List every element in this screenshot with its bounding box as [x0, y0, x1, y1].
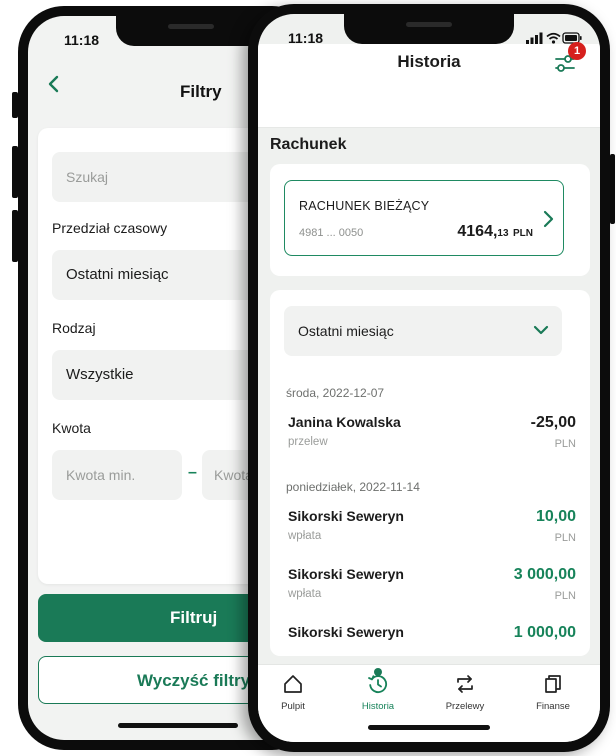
- volume-down-button: [12, 210, 18, 262]
- chevron-down-icon: [533, 325, 549, 335]
- transaction-row[interactable]: Sikorski Seweryn 1 000,00: [286, 624, 576, 656]
- date-group-label: środa, 2022-12-07: [286, 386, 385, 400]
- tab-label: Finanse: [536, 701, 570, 712]
- transaction-amount: -25,00: [530, 414, 576, 431]
- silent-switch: [12, 92, 18, 118]
- volume-up-button: [12, 146, 18, 198]
- transfer-icon: [457, 675, 473, 693]
- transaction-currency: PLN: [554, 438, 576, 450]
- chevron-right-icon: [543, 210, 554, 228]
- transaction-currency: PLN: [554, 532, 576, 544]
- clear-filters-label: Wyczyść filtry: [137, 671, 251, 690]
- transaction-name: Sikorski Seweryn: [288, 624, 404, 640]
- tab-label: Historia: [361, 701, 395, 712]
- transaction-amount: 10,00: [535, 508, 576, 525]
- tab-przelewy[interactable]: Przelewy: [430, 673, 500, 717]
- date-group-label: poniedziałek, 2022-11-14: [286, 480, 420, 494]
- kind-label: Rodzaj: [52, 320, 96, 336]
- power-button: [610, 154, 615, 224]
- transaction-name: Sikorski Seweryn: [288, 566, 404, 582]
- period-value: Ostatni miesiąc: [298, 323, 394, 339]
- transaction-amount: 3 000,00: [513, 566, 576, 583]
- active-tab-indicator: [374, 668, 382, 676]
- home-indicator: [368, 725, 490, 730]
- transaction-type: wpłata: [288, 588, 322, 600]
- finance-icon: [545, 675, 561, 693]
- transaction-currency: PLN: [554, 590, 576, 602]
- balance-main: 4164,: [457, 223, 498, 240]
- wifi-icon: [546, 32, 561, 44]
- amount-label: Kwota: [52, 420, 91, 436]
- page-title: Filtry: [180, 82, 222, 101]
- tab-label: Pulpit: [281, 701, 305, 712]
- transactions-card: Ostatni miesiąc środa, 2022-12-07 Janina…: [270, 290, 590, 656]
- back-arrow-icon[interactable]: [40, 70, 68, 98]
- period-select[interactable]: Ostatni miesiąc: [284, 306, 562, 356]
- tab-finanse[interactable]: Finanse: [518, 673, 588, 717]
- section-title: Rachunek: [270, 136, 347, 153]
- transaction-row[interactable]: Sikorski Seweryn wpłata 3 000,00 PLN: [286, 566, 576, 614]
- home-icon: [284, 675, 302, 693]
- transaction-amount: 1 000,00: [513, 624, 576, 641]
- amount-min-input[interactable]: Kwota min.: [52, 450, 182, 500]
- account-card: RACHUNEK BIEŻĄCY 4981 ... 0050 4164,13 P…: [270, 164, 590, 276]
- tab-label: Przelewy: [445, 701, 485, 712]
- account-number: 4981 ... 0050: [299, 227, 364, 239]
- transaction-row[interactable]: Janina Kowalska przelew -25,00 PLN: [286, 414, 576, 462]
- apply-filters-label: Filtruj: [170, 608, 218, 627]
- transaction-type: przelew: [288, 436, 328, 448]
- amount-min-placeholder: Kwota min.: [66, 467, 136, 483]
- notch: [344, 14, 514, 44]
- account-balance: 4164,13 PLN: [457, 223, 533, 241]
- account-name: RACHUNEK BIEŻĄCY: [299, 199, 430, 213]
- range-separator: –: [188, 464, 197, 481]
- period-label: Przedział czasowy: [52, 220, 168, 236]
- status-time: 11:18: [64, 32, 100, 48]
- bottom-tab-bar: Pulpit Historia Przelewy Finanse: [258, 664, 600, 742]
- page-title: Historia: [397, 52, 461, 71]
- transaction-name: Janina Kowalska: [288, 414, 401, 430]
- tab-pulpit[interactable]: Pulpit: [258, 673, 328, 717]
- balance-fraction: 13: [497, 228, 509, 239]
- balance-currency: PLN: [513, 228, 533, 239]
- period-value: Ostatni miesiąc: [66, 266, 169, 283]
- home-indicator: [118, 723, 238, 728]
- phone-history: 11:18 Historia 1 Rachunek RACHUNEK BIEŻĄ…: [248, 4, 615, 752]
- kind-value: Wszystkie: [66, 366, 134, 383]
- notch: [116, 16, 266, 46]
- signal-icon: [526, 32, 543, 44]
- transaction-type: wpłata: [288, 530, 322, 542]
- search-placeholder: Szukaj: [66, 169, 109, 185]
- transaction-name: Sikorski Seweryn: [288, 508, 404, 524]
- history-screen: 11:18 Historia 1 Rachunek RACHUNEK BIEŻĄ…: [258, 14, 600, 742]
- tab-historia[interactable]: Historia: [343, 673, 413, 717]
- account-selector[interactable]: RACHUNEK BIEŻĄCY 4981 ... 0050 4164,13 P…: [284, 180, 564, 256]
- filter-count-badge: 1: [568, 42, 586, 60]
- history-icon: [368, 675, 387, 694]
- transaction-row[interactable]: Sikorski Seweryn wpłata 10,00 PLN: [286, 508, 576, 556]
